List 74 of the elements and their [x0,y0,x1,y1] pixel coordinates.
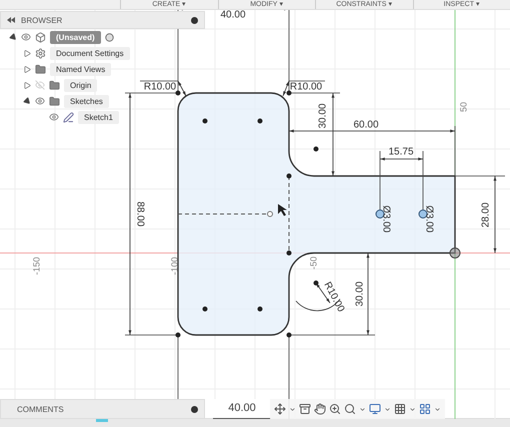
sketch-point[interactable] [258,306,262,312]
caret-icon[interactable] [434,406,441,412]
dimension-label[interactable]: 60.00 [353,120,379,131]
caret-icon[interactable] [359,406,366,412]
origin-point[interactable] [450,248,460,258]
caret-icon[interactable] [384,406,391,412]
zoom-window-icon[interactable] [344,403,356,415]
axis-label: -100 [169,257,180,275]
tree-item[interactable]: Origin [64,78,98,92]
panel-title: BROWSER [21,16,64,24]
sketch-icon [63,112,74,122]
dimension-label[interactable]: Ø3.00 [423,205,434,233]
box-icon[interactable] [299,403,311,415]
dimension-line [282,80,290,96]
zoom-icon[interactable] [329,403,341,415]
hole-point[interactable] [418,210,428,218]
component-icon [35,32,46,42]
grid-icon[interactable] [394,403,406,415]
dimension-label[interactable]: Ø3.00 [380,205,392,233]
eye-icon[interactable] [49,112,59,122]
eye-icon[interactable] [35,96,45,106]
folder-icon [49,80,60,90]
dimension-line [178,80,186,96]
sketch-point[interactable] [176,332,180,338]
radio-icon[interactable] [104,32,114,42]
orbit-icon[interactable] [274,403,286,415]
dimension-label[interactable]: 88.00 [134,201,146,227]
sketch-point[interactable] [286,250,292,256]
sketch-point[interactable] [202,306,208,312]
eye-icon[interactable] [21,32,31,42]
dimension-input[interactable]: 40.00 [213,399,271,419]
hole-point[interactable] [376,210,384,218]
dimension-label[interactable]: 30.00 [318,103,329,129]
collapsed-caret-icon[interactable] [24,66,31,72]
caret-icon[interactable] [289,406,296,412]
dimension-line [380,158,424,160]
sketch-point[interactable] [286,332,292,338]
cursor-icon [278,204,287,216]
sketch-point[interactable] [314,146,318,152]
caret-icon[interactable] [409,406,416,412]
expanded-caret-icon[interactable] [22,96,32,106]
status-mark [96,419,108,422]
viewports-icon[interactable] [419,403,431,415]
sketch-point[interactable] [202,118,208,124]
expanded-caret-icon[interactable] [8,32,18,42]
sketch-point[interactable] [286,174,292,178]
pin-icon[interactable] [191,16,198,24]
sketch-point[interactable] [314,280,318,286]
folder-icon [35,64,46,74]
dimension-label[interactable]: 28.00 [480,202,492,228]
sketch-point[interactable] [176,90,180,96]
folder-icon [49,96,60,106]
hand-icon[interactable] [314,403,326,415]
axis-label: -50 [308,256,318,270]
tree-item[interactable]: Sketches [64,94,109,108]
dimension-label[interactable]: R10.00 [290,82,322,93]
sketch-point[interactable] [286,90,292,96]
tree-item[interactable]: Named Views [50,62,112,76]
dimension-label[interactable]: 30.00 [354,281,366,307]
tree-item[interactable]: Document Settings [50,46,130,60]
collapse-icon[interactable] [7,17,15,23]
panel-title: COMMENTS [16,404,65,414]
dimension-label[interactable]: 15.75 [388,146,414,158]
monitor-icon[interactable] [369,403,381,415]
dimension-label[interactable]: R10.00 [144,82,176,93]
axis-label: -150 [31,257,42,275]
dimension-label[interactable]: 40.00 [220,10,246,21]
sketch-point[interactable] [258,118,262,124]
axis-label: 50 [458,102,468,112]
settings-icon [35,48,46,58]
collapsed-caret-icon[interactable] [24,82,31,88]
collapsed-caret-icon[interactable] [24,50,31,56]
add-icon[interactable] [191,406,198,412]
tree-item[interactable]: Sketch1 [78,110,119,124]
